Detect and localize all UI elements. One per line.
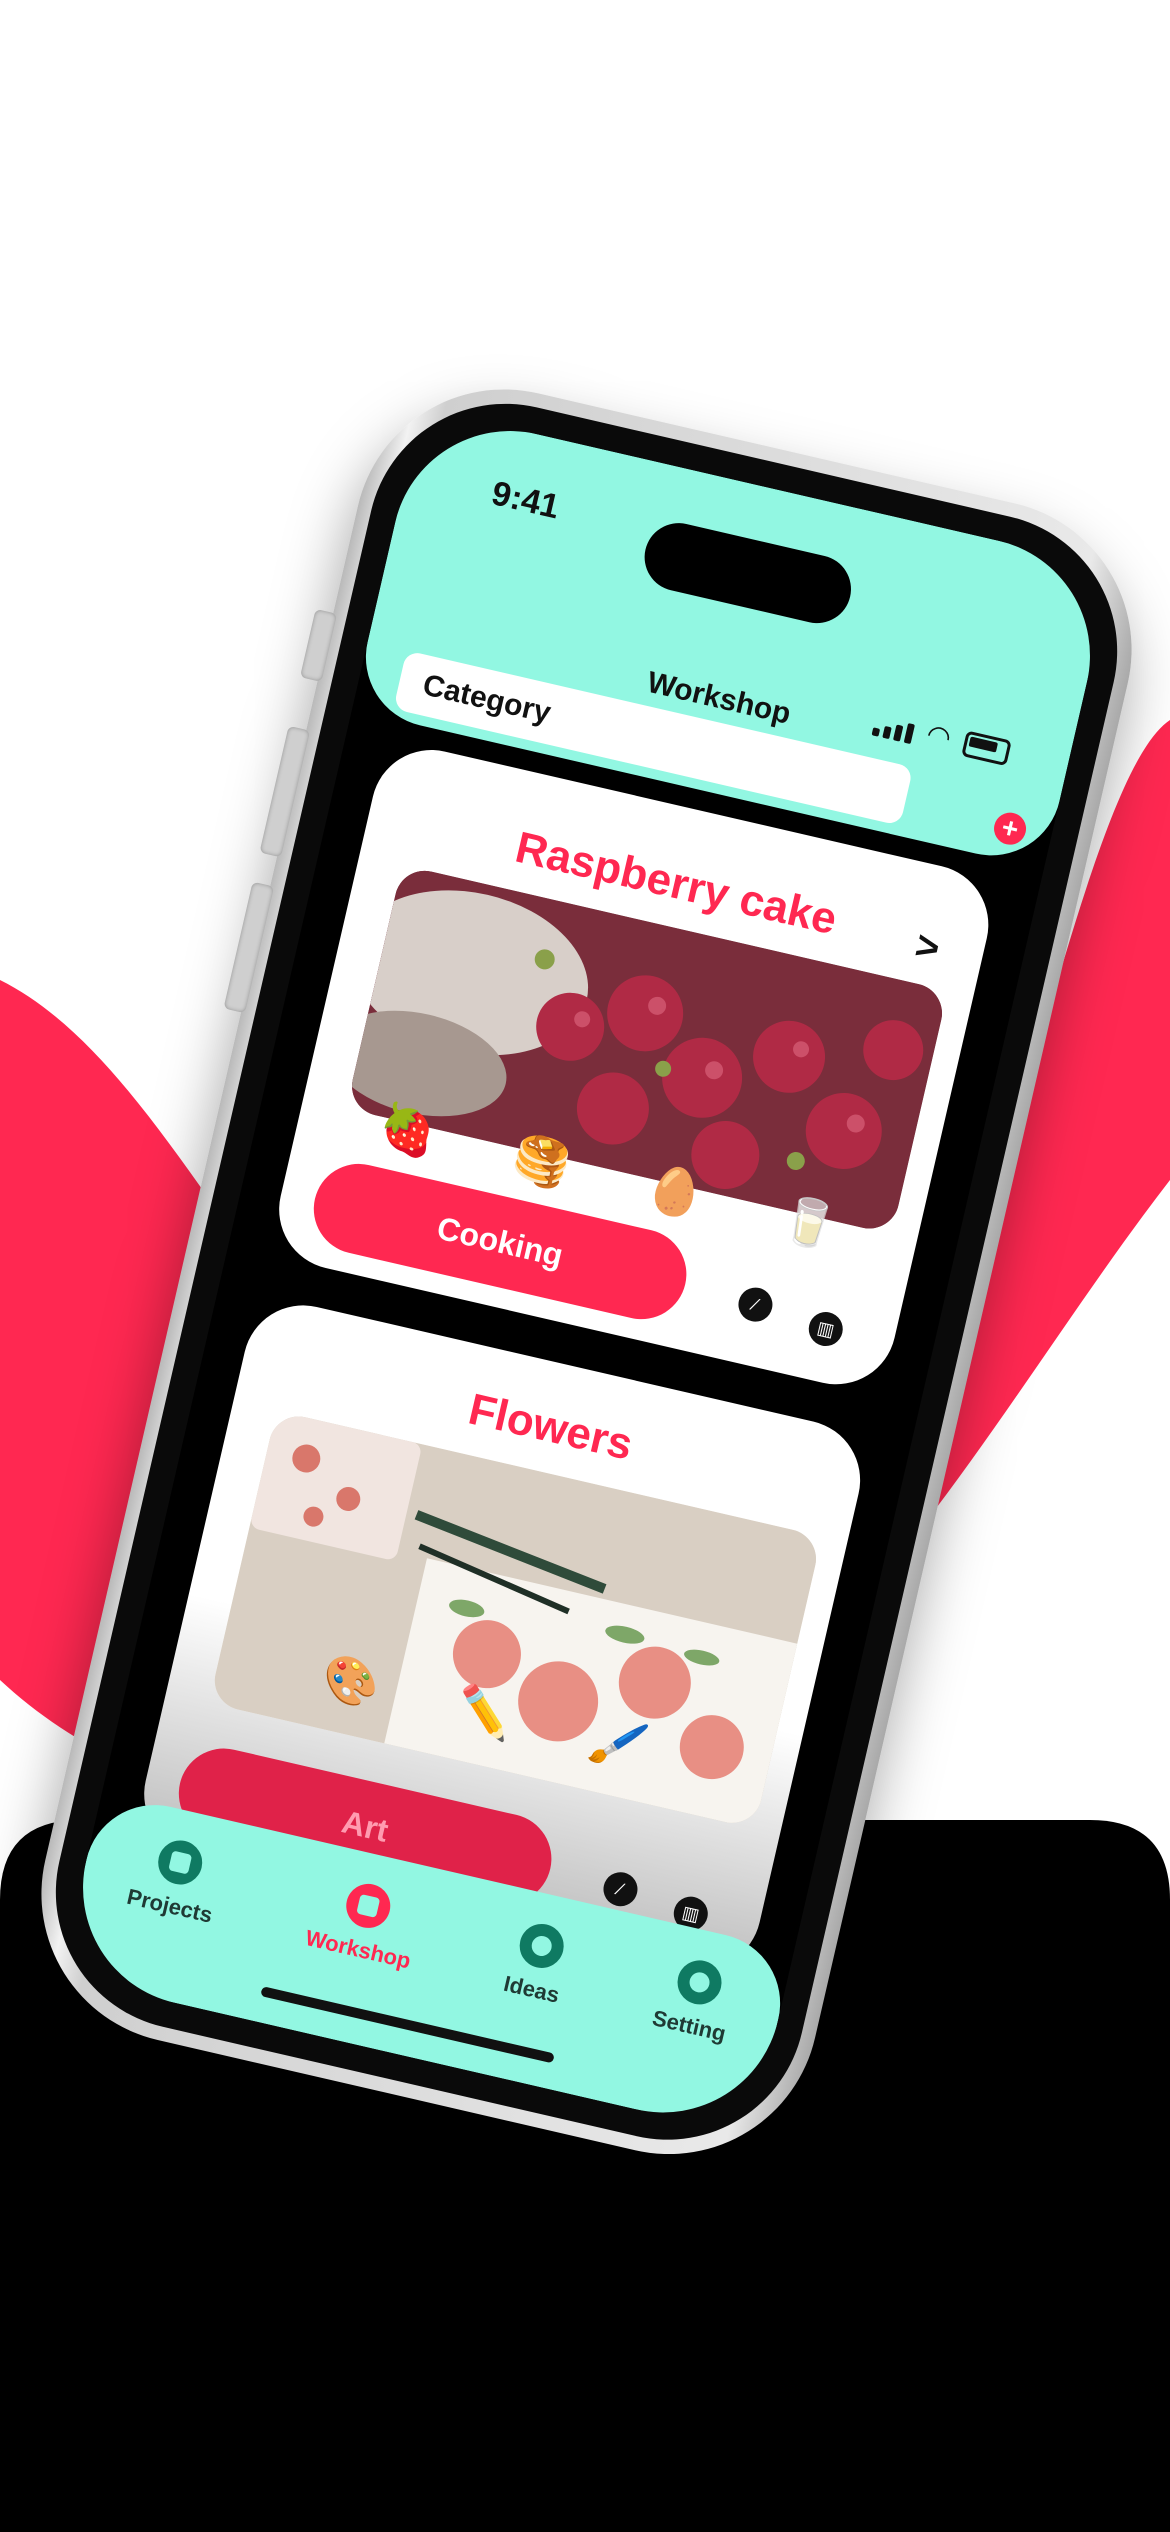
project-card[interactable]: Raspberry cake > 🍓 🥞 🥚 🥛 Cooking ⁄ ▥ xyxy=(267,738,1001,1397)
strawberry-icon: 🍓 xyxy=(374,1098,442,1162)
workshop-icon xyxy=(341,1879,395,1933)
tab-projects[interactable]: Projects xyxy=(106,1831,227,2006)
folder-icon xyxy=(153,1836,207,1889)
pancake-icon: 🥞 xyxy=(507,1129,576,1193)
status-time: 9:41 xyxy=(488,474,563,527)
milk-icon: 🥛 xyxy=(775,1190,843,1255)
egg-icon: 🥚 xyxy=(641,1159,710,1224)
tab-label: Workshop xyxy=(303,1925,414,1974)
edit-icon[interactable]: ⁄ xyxy=(735,1284,776,1325)
gear-icon xyxy=(672,1955,726,2009)
tab-setting[interactable]: Setting xyxy=(632,1952,741,2125)
lightbulb-icon xyxy=(515,1919,568,1973)
tab-label: Projects xyxy=(124,1883,215,1928)
trash-icon[interactable]: ▥ xyxy=(805,1308,847,1350)
tab-ideas[interactable]: Ideas xyxy=(483,1918,574,2087)
plus-icon: + xyxy=(998,811,1022,846)
tab-label: Ideas xyxy=(501,1970,562,2008)
add-project-button[interactable]: + xyxy=(990,809,1030,848)
tab-label: Setting xyxy=(649,2005,729,2047)
edit-icon[interactable]: ⁄ xyxy=(600,1868,641,1910)
dynamic-island xyxy=(637,516,858,630)
